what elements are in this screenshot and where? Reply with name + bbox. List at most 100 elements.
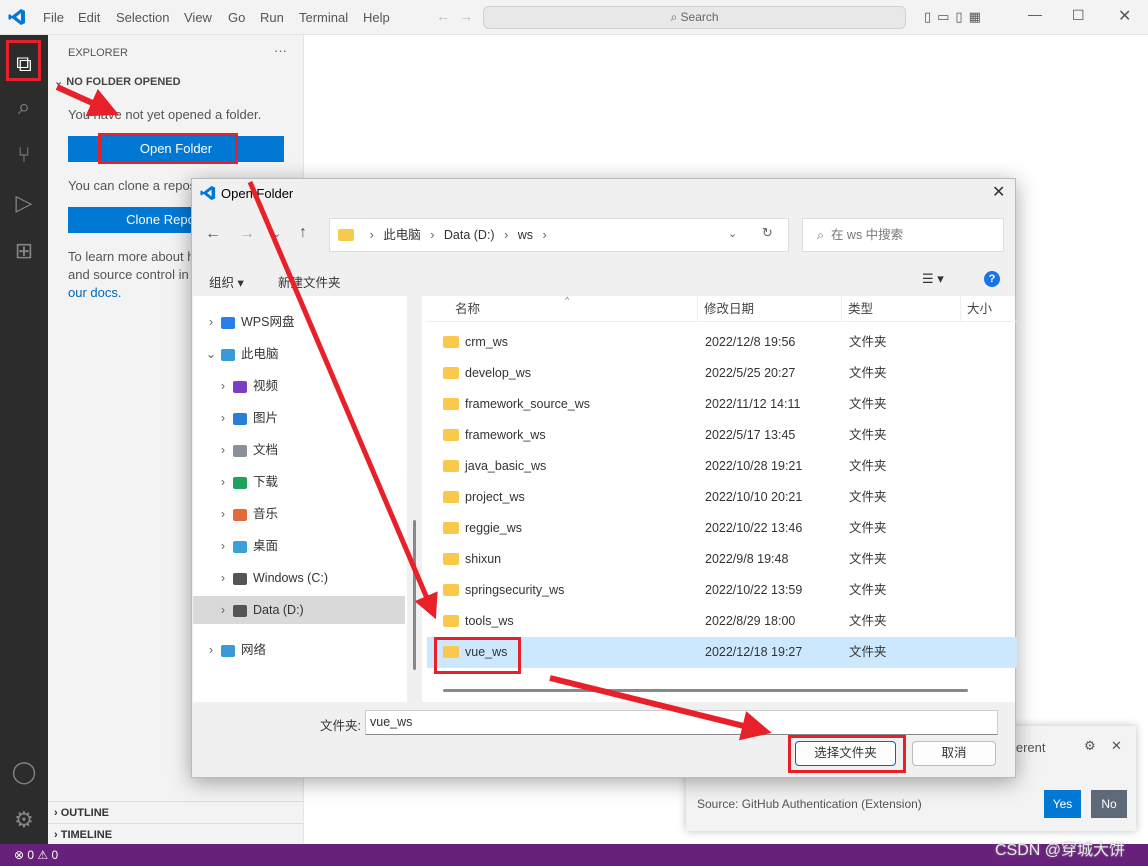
column-name[interactable]: 名称 — [455, 296, 480, 322]
column-type[interactable]: 类型 — [841, 296, 873, 322]
nav-tree-item[interactable]: › 图片 — [193, 404, 405, 432]
section-header[interactable]: ⌄ NO FOLDER OPENED — [54, 75, 181, 88]
nav-tree-item[interactable]: › 视频 — [193, 372, 405, 400]
column-headers: 名称 ^ 修改日期 类型 大小 — [427, 295, 1017, 322]
notification-settings-icon[interactable]: ⚙ — [1084, 738, 1096, 754]
file-date: 2022/10/10 20:21 — [705, 490, 803, 504]
file-name: project_ws — [465, 490, 525, 504]
file-row[interactable]: springsecurity_ws 2022/10/22 13:59 文件夹 — [427, 575, 1017, 606]
maximize-icon[interactable]: ☐ — [1072, 7, 1085, 24]
close-icon[interactable]: ✕ — [1118, 6, 1131, 26]
menu-run[interactable]: Run — [260, 10, 284, 25]
file-row[interactable]: crm_ws 2022/12/8 19:56 文件夹 — [427, 327, 1017, 358]
more-actions-button[interactable]: ··· — [274, 43, 287, 58]
extensions-icon[interactable]: ⊞ — [0, 227, 48, 275]
location-icon — [233, 444, 247, 457]
nav-tree-item[interactable]: › 网络 — [193, 636, 405, 664]
refresh-icon[interactable]: ↻ — [762, 225, 773, 241]
location-icon — [233, 604, 247, 617]
file-type: 文件夹 — [849, 335, 887, 349]
organize-menu[interactable]: 组织 ▾ — [209, 272, 244, 291]
search-icon[interactable]: ⌕ — [0, 83, 48, 131]
horizontal-scrollbar[interactable] — [443, 689, 968, 692]
nav-tree-item[interactable]: › 桌面 — [193, 532, 405, 560]
layout-icons[interactable]: ▯▭▯▦ — [924, 9, 987, 25]
file-name: java_basic_ws — [465, 459, 547, 473]
dialog-close-icon[interactable]: ✕ — [992, 182, 1005, 202]
no-button[interactable]: No — [1091, 790, 1127, 818]
file-type: 文件夹 — [849, 397, 887, 411]
account-icon[interactable]: ◯ — [0, 748, 48, 796]
help-icon[interactable]: ? — [984, 271, 1000, 287]
file-type: 文件夹 — [849, 645, 887, 659]
file-type: 文件夹 — [849, 583, 887, 597]
notification-close-icon[interactable]: ✕ — [1111, 738, 1122, 754]
file-name: crm_ws — [465, 335, 509, 349]
menu-selection[interactable]: Selection — [116, 10, 169, 25]
yes-button[interactable]: Yes — [1044, 790, 1081, 818]
column-size[interactable]: 大小 — [960, 296, 992, 322]
filename-label: 文件夹: — [320, 719, 361, 733]
menu-edit[interactable]: Edit — [78, 10, 100, 25]
minimize-icon[interactable]: — — [1028, 6, 1042, 22]
problems-indicator[interactable]: ⊗ 0 ⚠ 0 — [14, 848, 58, 862]
file-row[interactable]: framework_ws 2022/5/17 13:45 文件夹 — [427, 420, 1017, 451]
timeline-section[interactable]: › TIMELINE — [48, 823, 303, 845]
location-icon — [233, 476, 247, 489]
sidebar-title: EXPLORER — [68, 47, 128, 59]
file-name: shixun — [465, 552, 502, 566]
tree-scrollbar[interactable] — [407, 296, 422, 702]
menu-file[interactable]: File — [43, 10, 64, 25]
menu-help[interactable]: Help — [363, 10, 390, 25]
cancel-button[interactable]: 取消 — [912, 741, 996, 766]
file-row[interactable]: framework_source_ws 2022/11/12 14:11 文件夹 — [427, 389, 1017, 420]
location-icon — [233, 412, 247, 425]
file-row[interactable]: shixun 2022/9/8 19:48 文件夹 — [427, 544, 1017, 575]
nav-tree-item[interactable]: › 下载 — [193, 468, 405, 496]
nav-tree-item[interactable]: › 音乐 — [193, 500, 405, 528]
file-row[interactable]: java_basic_ws 2022/10/28 19:21 文件夹 — [427, 451, 1017, 482]
command-search[interactable]: ⌕ Search — [483, 6, 906, 29]
nav-tree-item[interactable]: › WPS网盘 — [193, 308, 405, 336]
nav-tree-item[interactable]: › Data (D:) — [193, 596, 405, 624]
recent-dropdown-icon[interactable]: ⌄ — [272, 227, 281, 240]
source-control-icon[interactable]: ⑂ — [0, 131, 48, 179]
forward-icon[interactable]: → — [239, 225, 255, 243]
file-row[interactable]: develop_ws 2022/5/25 20:27 文件夹 — [427, 358, 1017, 389]
location-icon — [233, 380, 247, 393]
file-row[interactable]: project_ws 2022/10/10 20:21 文件夹 — [427, 482, 1017, 513]
settings-gear-icon[interactable]: ⚙ — [0, 796, 48, 844]
open-folder-dialog: Open Folder ✕ ← → ⌄ ↑ › 此电脑 › Data (D:) … — [191, 178, 1017, 778]
location-icon — [221, 644, 235, 657]
file-name: tools_ws — [465, 614, 514, 628]
status-bar: ⊗ 0 ⚠ 0 — [0, 844, 1148, 866]
menu-terminal[interactable]: Terminal — [299, 10, 348, 25]
column-date[interactable]: 修改日期 — [697, 296, 754, 322]
outline-section[interactable]: › OUTLINE — [48, 801, 303, 823]
file-row[interactable]: reggie_ws 2022/10/22 13:46 文件夹 — [427, 513, 1017, 544]
new-folder-button[interactable]: 新建文件夹 — [278, 272, 341, 291]
address-bar[interactable]: › 此电脑 › Data (D:) › ws › ⌄ ↻ — [329, 218, 789, 252]
breadcrumb-item[interactable]: 此电脑 — [383, 228, 421, 242]
nav-tree-item[interactable]: › 文档 — [193, 436, 405, 464]
file-date: 2022/12/8 19:56 — [705, 335, 796, 349]
filename-input[interactable]: vue_ws — [365, 710, 998, 735]
breadcrumb-item[interactable]: ws — [518, 228, 533, 242]
run-debug-icon[interactable]: ▷ — [0, 179, 48, 227]
breadcrumb-item[interactable]: Data (D:) — [444, 228, 495, 242]
nav-tree-item[interactable]: ⌄ 此电脑 — [193, 340, 405, 368]
address-dropdown-icon[interactable]: ⌄ — [728, 227, 737, 240]
menu-view[interactable]: View — [184, 10, 212, 25]
file-name: reggie_ws — [465, 521, 522, 535]
up-icon[interactable]: ↑ — [299, 224, 307, 242]
dialog-title: Open Folder — [221, 186, 294, 201]
forward-arrow-icon[interactable]: → — [459, 8, 473, 24]
back-arrow-icon[interactable]: ← — [436, 8, 450, 24]
back-icon[interactable]: ← — [205, 225, 221, 243]
view-options-icon[interactable]: ☰ ▾ — [922, 271, 944, 287]
menu-go[interactable]: Go — [228, 10, 245, 25]
nav-tree-item[interactable]: › Windows (C:) — [193, 564, 405, 592]
section-title: NO FOLDER OPENED — [66, 76, 181, 88]
file-row[interactable]: tools_ws 2022/8/29 18:00 文件夹 — [427, 606, 1017, 637]
dialog-search-input[interactable]: ⌕ 在 ws 中搜索 — [802, 218, 1004, 252]
